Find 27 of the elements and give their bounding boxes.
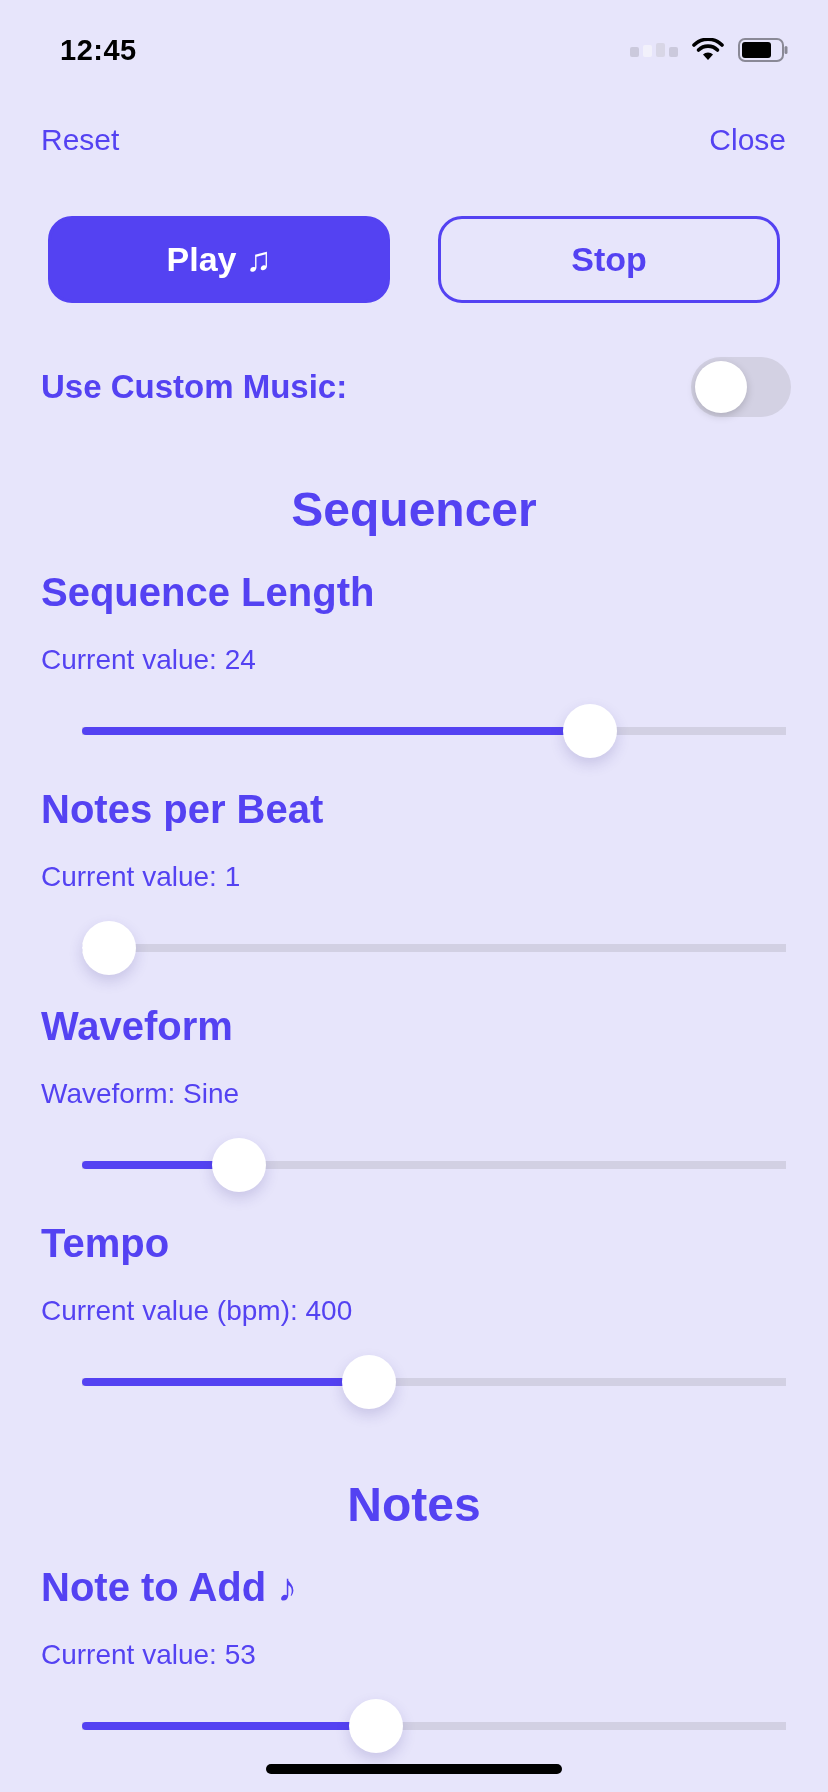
setting-title: Notes per Beat [41,786,325,833]
close-link[interactable]: Close [709,123,786,157]
slider-thumb[interactable] [342,1355,396,1409]
slider-thumb[interactable] [212,1138,266,1192]
setting-title: Waveform [41,1003,234,1050]
toggle-label: Use Custom Music: [41,367,348,406]
value-reading: Current value: 24 [41,643,257,677]
value-reading: Waveform: Sine [41,1077,241,1111]
value-reading: Current value: 53 [41,1638,257,1672]
slider-thumb[interactable] [563,704,617,758]
wifi-icon [692,38,724,62]
battery-icon [738,38,788,62]
toggle-switch[interactable] [691,356,791,417]
slider-thumb[interactable] [348,1699,403,1753]
clock-time: 12:45 [60,33,137,67]
stop-button[interactable]: Stop [438,216,780,303]
slider-thumb[interactable] [82,921,136,975]
setting-title: Sequence Length [41,569,376,616]
reset-link[interactable]: Reset [41,123,120,157]
value-reading: Current value: 1 [41,860,242,894]
play-button[interactable]: Play ♫ [48,216,390,303]
value-reading: Current value (bpm): 400 [41,1294,354,1328]
signal-icon [630,43,678,57]
section-title: Notes [346,1477,482,1533]
section-title: Sequencer [290,482,538,538]
setting-title: Note to Add ♪ [41,1564,299,1611]
setting-title: Tempo [41,1220,171,1267]
